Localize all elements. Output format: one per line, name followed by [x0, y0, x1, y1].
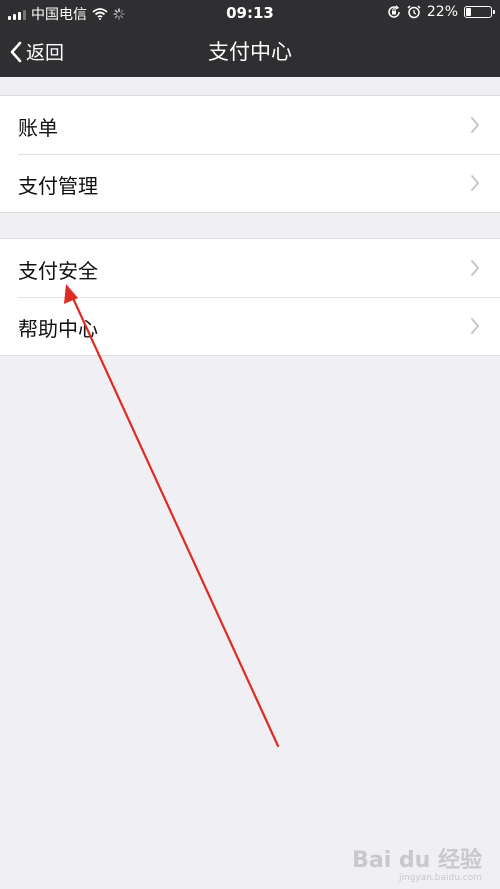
status-bar: 中国电信 09:13 22% — [0, 0, 500, 26]
navigation-bar: 返回 支付中心 — [0, 26, 500, 77]
menu-item-payment-security[interactable]: 支付安全 — [0, 239, 500, 297]
menu-item-label: 支付管理 — [18, 174, 98, 198]
menu-group-1: 账单 支付管理 — [0, 95, 500, 213]
menu-item-label: 账单 — [18, 116, 58, 140]
watermark: Bai du 经验 jingyan.baidu.com — [352, 850, 482, 883]
top-bar: 中国电信 09:13 22% 返回 支付中心 — [0, 0, 500, 77]
status-right: 22% — [387, 4, 495, 20]
watermark-brand: Bai du 经验 — [352, 848, 482, 873]
alarm-icon — [407, 5, 421, 19]
menu-item-payment-management[interactable]: 支付管理 — [0, 154, 500, 212]
watermark-url: jingyan.baidu.com — [398, 873, 482, 883]
menu-item-bill[interactable]: 账单 — [0, 96, 500, 154]
menu-item-label: 支付安全 — [18, 259, 98, 283]
chevron-right-icon — [471, 175, 479, 191]
chevron-right-icon — [471, 260, 479, 276]
battery-icon — [464, 6, 495, 18]
chevron-right-icon — [471, 318, 479, 334]
chevron-right-icon — [471, 117, 479, 133]
page-title: 支付中心 — [208, 40, 292, 64]
menu-item-help-center[interactable]: 帮助中心 — [0, 297, 500, 355]
menu-item-label: 帮助中心 — [18, 317, 98, 341]
battery-percent: 22% — [426, 4, 458, 20]
rotation-lock-icon — [388, 5, 400, 18]
menu-group-2: 支付安全 帮助中心 — [0, 238, 500, 356]
